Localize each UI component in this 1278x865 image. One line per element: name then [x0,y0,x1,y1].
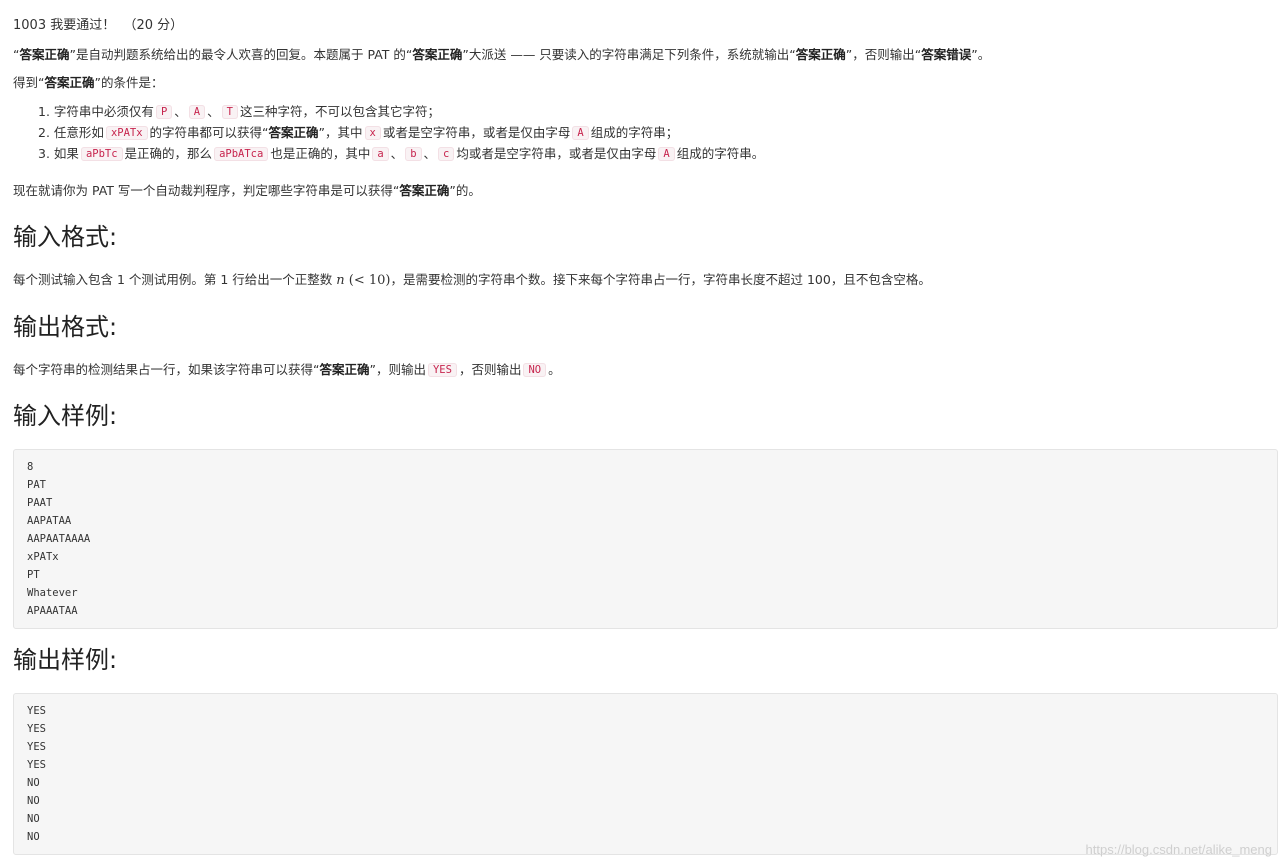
inline-code: aPbTc [80,147,123,161]
inline-code: a [372,147,389,161]
conditions-intro: 得到“答案正确”的条件是： [13,74,163,92]
condition-text: 任意形如 [53,125,104,140]
output-format-desc: 每个字符串的检测结果占一行，如果该字符串可以获得“答案正确”，则输出 YES ，否则… [13,361,561,379]
bold-correct: 答案正确 [412,47,463,62]
condition-item-1: 1. 字符串中必须仅有 P、 A、 T 这三种字符，不可以包含其它字符； [38,103,440,121]
input-desc-text: ，是需要检测的字符串个数。接下来每个字符串占一行，字符串长度不超过 100，且不… [390,272,931,287]
sample-output-line: NO [27,777,40,789]
input-desc-text: 每个测试输入包含 1 个测试用例。第 1 行给出一个正整数 [13,272,337,287]
intro-text: ”。 [971,47,991,62]
bold-correct: 答案正确 [44,75,95,90]
sample-input-line: AAPATAA [27,515,72,527]
sample-input-line: APAAATAA [27,605,78,617]
condition-text: ”，其中 [318,125,363,140]
inline-code: T [221,105,238,119]
output-format-heading: 输出格式: [13,313,118,341]
sample-output-line: YES [27,741,46,753]
inline-code: c [438,147,455,161]
separator: 、 [207,104,220,119]
condition-text: 均或者是空字符串，或者是仅由字母 [456,146,657,161]
list-number: 1. [38,104,50,119]
list-number: 2. [38,125,50,140]
separator: 、 [423,146,437,161]
sample-input-line: PAAT [27,497,53,509]
condition-text: 的字符串都可以获得“ [149,125,269,140]
condition-text: 如果 [53,146,79,161]
sample-input-line: 8 [27,461,34,473]
sample-output-line: YES [27,759,46,771]
condition-text: 字符串中必须仅有 [53,104,154,119]
sample-input-line: AAPAATAAAA [27,533,91,545]
bold-correct: 答案正确 [399,183,450,198]
cond-intro-text: ”的条件是： [94,75,164,90]
output-sample-heading: 输出样例: [13,646,118,674]
condition-text: 是正确的，那么 [124,146,213,161]
sample-output-line: NO [27,795,40,807]
bold-wrong: 答案错误 [921,47,972,62]
inline-code: aPbATca [214,147,269,161]
separator: 、 [174,104,187,119]
intro-text: ”大派送 —— 只要读入的字符串满足下列条件，系统就输出“ [462,47,796,62]
task-text: ”的。 [449,183,481,198]
task-text: 现在就请你为 PAT 写一个自动裁判程序，判定哪些字符串是可以获得“ [13,183,400,198]
bold-correct: 答案正确 [319,362,370,377]
bold-correct: 答案正确 [19,47,70,62]
inline-code: x [364,126,381,140]
bold-correct: 答案正确 [795,47,846,62]
condition-text: 组成的字符串； [590,125,679,140]
sample-output-line: NO [27,813,40,825]
output-desc-text: ”，则输出 [369,362,426,377]
sample-input-line: PT [27,569,40,581]
intro-paragraph: “答案正确”是自动判题系统给出的最令人欢喜的回复。本题属于 PAT 的“答案正确… [13,46,990,64]
cond-intro-text: 得到“ [13,75,45,90]
intro-text: ”，否则输出“ [845,47,922,62]
condition-text: 或者是空字符串，或者是仅由字母 [382,125,571,140]
inline-code: A [572,126,589,140]
output-desc-text: ，否则输出 [458,362,522,377]
math-variable: n [336,273,345,288]
sample-output-line: YES [27,705,46,717]
inline-code: YES [427,363,457,377]
inline-code: xPATx [105,126,148,140]
inline-code: P [155,105,173,119]
math-range: (< 10) [344,273,391,288]
sample-input-line: Whatever [27,587,78,599]
inline-code: A [188,105,206,119]
inline-code: A [658,147,675,161]
input-format-desc: 每个测试输入包含 1 个测试用例。第 1 行给出一个正整数 n (< 10)，是… [13,271,931,290]
math-expression: n (< 10) [336,273,390,288]
problem-title: 1003 我要通过！ （20 分） [13,18,184,33]
sample-input-block: 8 PAT PAAT AAPATAA AAPAATAAAA xPATx PT Whatever… [13,449,1278,629]
sample-output-line: YES [27,723,46,735]
output-desc-text: 每个字符串的检测结果占一行，如果该字符串可以获得“ [13,362,320,377]
output-desc-text: 。 [548,362,561,377]
condition-text: 这三种字符，不可以包含其它字符； [239,104,440,119]
separator: 、 [390,146,404,161]
sample-input-line: PAT [27,479,46,491]
list-number: 3. [38,146,50,161]
intro-text: ”是自动判题系统给出的最令人欢喜的回复。本题属于 PAT 的“ [69,47,413,62]
sample-input-line: xPATx [27,551,59,563]
sample-output-block: YES YES YES YES NO NO NO NO [13,693,1278,855]
input-sample-heading: 输入样例: [13,402,118,430]
condition-item-3: 3. 如果 aPbTc 是正确的，那么 aPbATca 也是正确的，其中 a、 b、 c 均或者… [38,145,764,163]
inline-code: b [405,147,422,161]
sample-output-line: NO [27,831,40,843]
watermark: https://blog.csdn.net/alike_meng [1085,842,1272,857]
condition-item-2: 2. 任意形如 xPATx 的字符串都可以获得“答案正确”，其中 x 或者是空字符串，或… [38,124,678,142]
condition-text: 组成的字符串。 [676,146,765,161]
condition-text: 也是正确的，其中 [270,146,371,161]
task-paragraph: 现在就请你为 PAT 写一个自动裁判程序，判定哪些字符串是可以获得“答案正确”的… [13,182,481,200]
input-format-heading: 输入格式: [13,223,118,251]
bold-correct: 答案正确 [268,125,319,140]
inline-code: NO [523,363,547,377]
